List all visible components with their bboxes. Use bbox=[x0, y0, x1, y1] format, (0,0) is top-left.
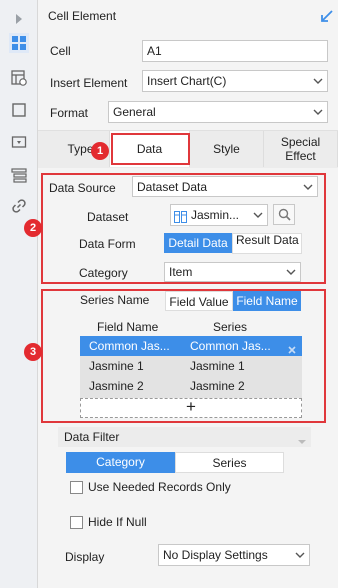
insert-element-value: Insert Chart(C) bbox=[147, 74, 227, 88]
callout-badge-1: 1 bbox=[91, 142, 109, 160]
data-form-label-text: Data Form bbox=[79, 237, 136, 251]
cell-attribute-icon[interactable] bbox=[9, 68, 29, 88]
dataset-label: Dataset bbox=[87, 210, 129, 224]
cell-element-icon[interactable] bbox=[9, 33, 29, 53]
data-source-label: Data Source bbox=[49, 181, 116, 195]
data-source-select[interactable]: Dataset Data bbox=[132, 176, 318, 197]
add-row-button[interactable]: + bbox=[80, 398, 302, 418]
expand-arrow-icon[interactable] bbox=[9, 9, 29, 29]
collapse-panel-icon[interactable] bbox=[320, 9, 334, 23]
format-value: General bbox=[113, 105, 156, 119]
dropdown-widget-icon[interactable] bbox=[9, 132, 29, 152]
cell-label: Cell bbox=[50, 44, 71, 58]
hide-if-null-checkbox[interactable] bbox=[70, 516, 83, 529]
use-needed-records-label: Use Needed Records Only bbox=[88, 480, 231, 494]
format-label: Format bbox=[50, 106, 89, 120]
table-row[interactable]: Jasmine 2 Jasmine 2 bbox=[80, 376, 302, 396]
table-cell-series: Jasmine 2 bbox=[190, 379, 245, 393]
dataset-select[interactable]: Jasmin... bbox=[170, 204, 268, 226]
side-toolbar bbox=[0, 0, 38, 588]
hide-if-null-label: Hide If Null bbox=[88, 515, 147, 529]
chevron-down-icon bbox=[297, 434, 307, 448]
widget-icon[interactable] bbox=[9, 100, 29, 120]
tab-special-effect[interactable]: Special Effect bbox=[264, 131, 338, 167]
dataset-icon bbox=[174, 209, 187, 223]
insert-element-label: Insert Element bbox=[50, 76, 128, 90]
chevron-down-icon bbox=[309, 102, 327, 122]
filter-tab-series[interactable]: Series bbox=[175, 452, 284, 473]
series-name-label: Series Name bbox=[80, 293, 150, 307]
data-form-result[interactable]: Result Data bbox=[232, 233, 302, 254]
data-filter-label: Data Filter bbox=[64, 430, 120, 444]
chevron-down-icon bbox=[299, 177, 317, 196]
condition-attribute-icon[interactable] bbox=[9, 165, 29, 185]
chevron-down-icon bbox=[249, 205, 267, 225]
category-value: Item bbox=[169, 265, 193, 279]
hyperlink-icon[interactable] bbox=[9, 196, 29, 216]
cell-input[interactable]: A1 bbox=[142, 40, 328, 62]
remove-icon[interactable] bbox=[287, 341, 297, 354]
callout-badge-2: 2 bbox=[24, 219, 42, 237]
display-value: No Display Settings bbox=[163, 548, 268, 562]
column-header-series: Series bbox=[213, 320, 248, 334]
data-source-value: Dataset Data bbox=[137, 180, 208, 194]
chevron-down-icon bbox=[282, 263, 300, 281]
category-select[interactable]: Item bbox=[164, 262, 301, 282]
table-cell-field-name: Jasmine 1 bbox=[89, 359, 144, 373]
panel-title: Cell Element bbox=[48, 9, 117, 23]
data-filter-header[interactable]: Data Filter bbox=[58, 427, 311, 447]
chevron-down-icon bbox=[309, 71, 327, 91]
series-name-field-name[interactable]: Field Name bbox=[233, 291, 301, 311]
category-label: Category bbox=[79, 266, 128, 280]
table-cell-series: Jasmine 1 bbox=[190, 359, 245, 373]
data-form-detail[interactable]: Detail Data bbox=[164, 233, 232, 253]
table-cell-series: Common Jas... bbox=[190, 339, 271, 353]
data-form-label: Data Form bbox=[79, 237, 136, 251]
dataset-value: Jasmin... bbox=[191, 208, 240, 222]
insert-element-select[interactable]: Insert Chart(C) bbox=[142, 70, 328, 92]
format-select[interactable]: General bbox=[108, 101, 328, 123]
filter-tab-category[interactable]: Category bbox=[66, 452, 175, 473]
use-needed-records-checkbox[interactable] bbox=[70, 481, 83, 494]
callout-badge-3: 3 bbox=[24, 343, 42, 361]
table-row[interactable]: Jasmine 1 Jasmine 1 bbox=[80, 356, 302, 376]
tab-style[interactable]: Style bbox=[190, 131, 264, 167]
callout-box-1 bbox=[111, 133, 190, 165]
display-select[interactable]: No Display Settings bbox=[158, 544, 310, 566]
series-name-field-value[interactable]: Field Value bbox=[165, 291, 233, 311]
table-cell-field-name: Jasmine 2 bbox=[89, 379, 144, 393]
chevron-down-icon bbox=[291, 545, 309, 565]
display-label: Display bbox=[65, 550, 105, 564]
table-row[interactable]: Common Jas... Common Jas... bbox=[80, 336, 302, 356]
column-header-field-name: Field Name bbox=[97, 320, 159, 334]
search-icon[interactable] bbox=[273, 204, 295, 225]
cell-element-panel: Cell Element Cell A1 Insert Element Inse… bbox=[24, 0, 338, 588]
table-cell-field-name: Common Jas... bbox=[89, 339, 170, 353]
